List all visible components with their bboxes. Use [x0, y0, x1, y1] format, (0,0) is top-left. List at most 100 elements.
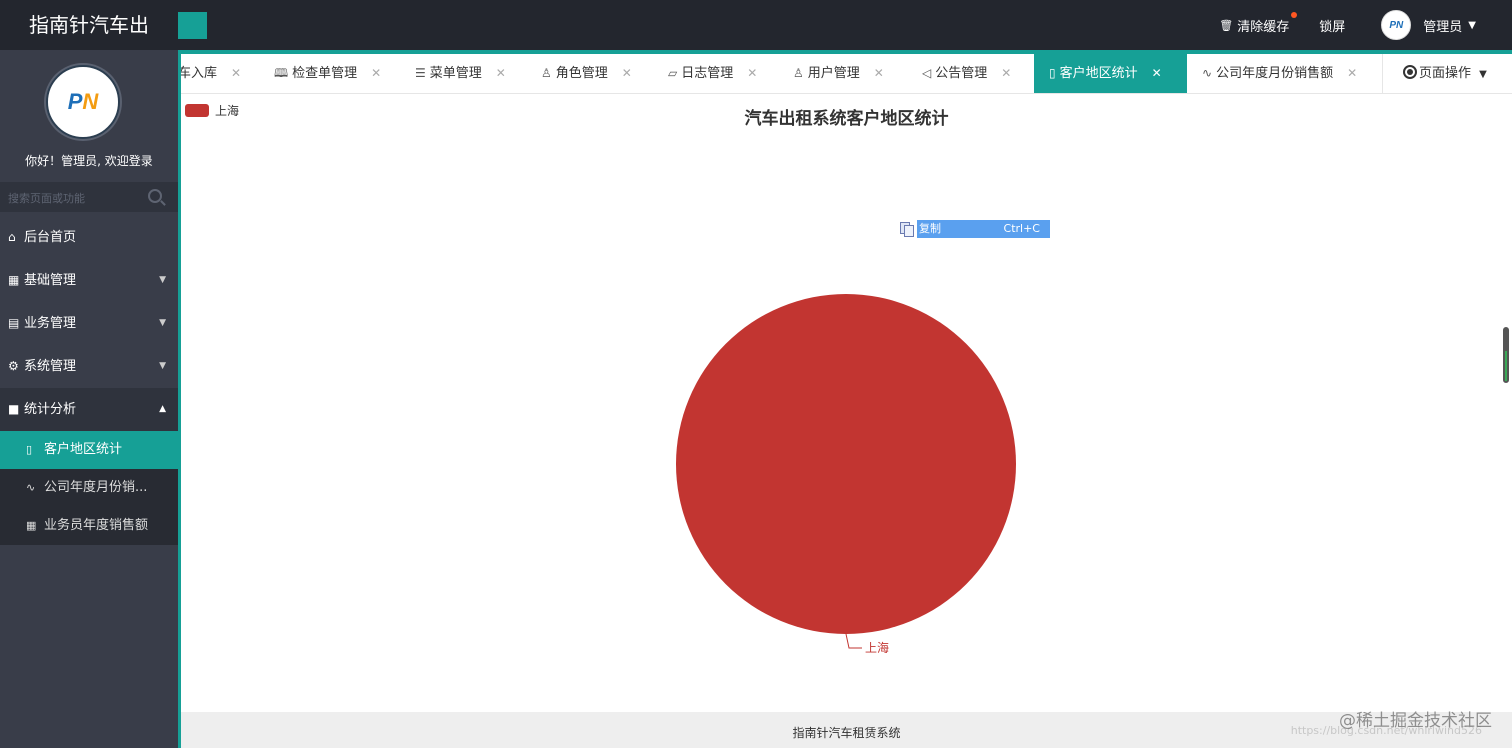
sidebar-item-statistics[interactable]: ■ 统计分析 ▲	[0, 388, 178, 431]
sidebar-subitem-label: 客户地区统计	[44, 442, 123, 457]
sidebar-subitem-customer-region[interactable]: ▯ 客户地区统计	[0, 431, 178, 469]
caret-down-icon: ▼	[1468, 19, 1476, 31]
note-icon: ▱	[668, 66, 678, 80]
home-icon: ⌂	[8, 230, 16, 244]
book-icon: 🕮	[274, 66, 289, 80]
context-menu: 复制 Ctrl+C	[898, 220, 1050, 238]
copy-icon	[898, 220, 916, 238]
chevron-up-icon: ▲	[159, 404, 166, 414]
sidebar-toggle-button[interactable]	[178, 12, 207, 39]
chevron-down-icon: ▼	[159, 275, 166, 285]
chevron-down-icon: ▼	[159, 361, 166, 371]
header-actions: 🗑 清除缓存 锁屏 PN 管理员 ▼	[1219, 0, 1512, 50]
lock-screen-label: 锁屏	[1319, 19, 1346, 35]
close-icon[interactable]: ✕	[496, 66, 506, 80]
top-header: 指南针汽车出 🗑 清除缓存 锁屏 PN 管理员 ▼	[0, 0, 1512, 50]
pulse-icon: ∿	[26, 481, 36, 494]
pie-slice-label: 上海	[865, 640, 889, 655]
tab-label: 检查单管理	[292, 66, 358, 81]
close-icon[interactable]: ✕	[622, 66, 632, 80]
tab-label: 公告管理	[935, 66, 988, 81]
tab-log[interactable]: ▱ 日志管理 ✕	[668, 54, 782, 93]
search-input[interactable]	[6, 187, 150, 209]
user-menu[interactable]: PN 管理员 ▼	[1381, 10, 1476, 40]
sidebar-item-business[interactable]: ▤ 业务管理 ▼	[0, 302, 178, 345]
tab-label: 客户地区统计	[1059, 66, 1138, 81]
tab-inspection[interactable]: 🕮 检查单管理 ✕	[274, 54, 400, 93]
tab-label: 用户管理	[807, 66, 860, 81]
notification-dot	[1291, 11, 1298, 18]
trash-icon: 🗑	[1219, 18, 1234, 32]
tab-monthly-sales[interactable]: ∿ 公司年度月份销售额 ✕	[1202, 54, 1372, 93]
tab-role[interactable]: ♙ 角色管理 ✕	[541, 54, 655, 93]
sidebar: PN 你好！管理员, 欢迎登录 ⌂ 后台首页 ▦ 基础管理 ▼ ▤ 业务管理 ▼ ⚙ 系…	[0, 50, 178, 748]
tab-label: 车入库	[181, 66, 218, 81]
close-icon[interactable]: ✕	[231, 66, 241, 80]
watermark: @稀土掘金技术社区	[1339, 711, 1492, 731]
tab-label: 菜单管理	[429, 66, 482, 81]
table-icon: ▦	[26, 519, 37, 532]
page-operations-label: 页面操作	[1419, 66, 1472, 81]
chart-panel: 上海 汽车出租系统客户地区统计 上海 复制 Ctrl+C	[181, 94, 1512, 712]
user-icon: ♙	[541, 66, 552, 80]
tab-notice[interactable]: ◁ 公告管理 ✕	[922, 54, 1034, 93]
tab-label: 公司年度月份销售额	[1216, 66, 1334, 81]
tab-user[interactable]: ♙ 用户管理 ✕	[793, 54, 907, 93]
logo-icon: PN	[67, 89, 99, 114]
welcome-text: 你好！管理员, 欢迎登录	[25, 154, 153, 168]
pulse-icon: ∿	[1202, 66, 1213, 80]
sidebar-item-label: 基础管理	[24, 273, 77, 288]
sidebar-item-basic[interactable]: ▦ 基础管理 ▼	[0, 259, 178, 302]
tab-label: 日志管理	[681, 66, 734, 81]
statistics-submenu: ▯ 客户地区统计 ∿ 公司年度月份销... ▦ 业务员年度销售额	[0, 431, 178, 545]
page-operations-button[interactable]: 页面操作 ▼	[1382, 54, 1512, 93]
close-icon[interactable]: ✕	[747, 66, 757, 80]
sidebar-subitem-label: 公司年度月份销...	[44, 480, 148, 495]
sidebar-item-label: 统计分析	[24, 402, 77, 417]
context-menu-copy[interactable]: 复制 Ctrl+C	[917, 220, 1050, 238]
context-menu-shortcut: Ctrl+C	[1003, 222, 1040, 235]
sidebar-subitem-monthly-sales[interactable]: ∿ 公司年度月份销...	[0, 469, 178, 507]
clear-cache-button[interactable]: 🗑 清除缓存	[1219, 11, 1298, 35]
sidebar-item-label: 后台首页	[24, 230, 77, 245]
monitor-icon: ■	[8, 402, 20, 416]
scrollbar-handle[interactable]	[1503, 327, 1509, 383]
sidebar-search	[0, 182, 178, 212]
lock-screen-button[interactable]: 锁屏	[1319, 16, 1345, 35]
pie-slice[interactable]	[676, 294, 1016, 634]
target-icon	[1403, 65, 1417, 79]
close-icon[interactable]: ✕	[1152, 66, 1162, 80]
close-icon[interactable]: ✕	[874, 66, 884, 80]
close-icon[interactable]: ✕	[1347, 66, 1357, 80]
clear-cache-label: 清除缓存	[1237, 19, 1290, 35]
sidebar-nav: ⌂ 后台首页 ▦ 基础管理 ▼ ▤ 业务管理 ▼ ⚙ 系统管理 ▼ ■ 统计分析 ▲ ▯ 客…	[0, 216, 178, 545]
gear-icon: ⚙	[8, 359, 19, 373]
sidebar-item-label: 系统管理	[24, 359, 77, 374]
grid-icon: ▦	[8, 273, 20, 287]
tab-bar: 车入库 ✕ 🕮 检查单管理 ✕ ☰ 菜单管理 ✕ ♙ 角色管理 ✕ ▱ 日志管理 ✕ ♙ 用户管理 ✕…	[181, 54, 1512, 94]
menu-icon: ☰	[415, 66, 426, 80]
search-icon[interactable]	[148, 189, 162, 203]
sidebar-item-home[interactable]: ⌂ 后台首页	[0, 216, 178, 259]
user-name: 管理员	[1423, 19, 1463, 35]
book-icon: ▤	[8, 316, 20, 330]
sidebar-subitem-salesman-sales[interactable]: ▦ 业务员年度销售额	[0, 507, 178, 545]
tab-label: 角色管理	[555, 66, 608, 81]
pie-chart: 上海	[676, 294, 1016, 655]
tab-menu[interactable]: ☰ 菜单管理 ✕	[415, 54, 530, 93]
tab-customer-region[interactable]: ▯ 客户地区统计 ✕	[1034, 54, 1187, 93]
context-menu-label: 复制	[919, 222, 941, 235]
sidebar-subitem-label: 业务员年度销售额	[44, 518, 149, 533]
sidebar-item-label: 业务管理	[24, 316, 77, 331]
sidebar-item-system[interactable]: ⚙ 系统管理 ▼	[0, 345, 178, 388]
document-icon: ▯	[1049, 66, 1056, 80]
users-icon: ♙	[793, 66, 804, 80]
chevron-down-icon: ▼	[159, 318, 166, 328]
document-icon: ▯	[26, 443, 33, 456]
brand-title: 指南针汽车出	[29, 13, 149, 37]
tab-car-storage[interactable]: 车入库 ✕	[181, 54, 268, 93]
pie-label-line	[845, 633, 862, 649]
close-icon[interactable]: ✕	[1001, 66, 1011, 80]
avatar: PN	[1381, 10, 1412, 40]
close-icon[interactable]: ✕	[371, 66, 381, 80]
